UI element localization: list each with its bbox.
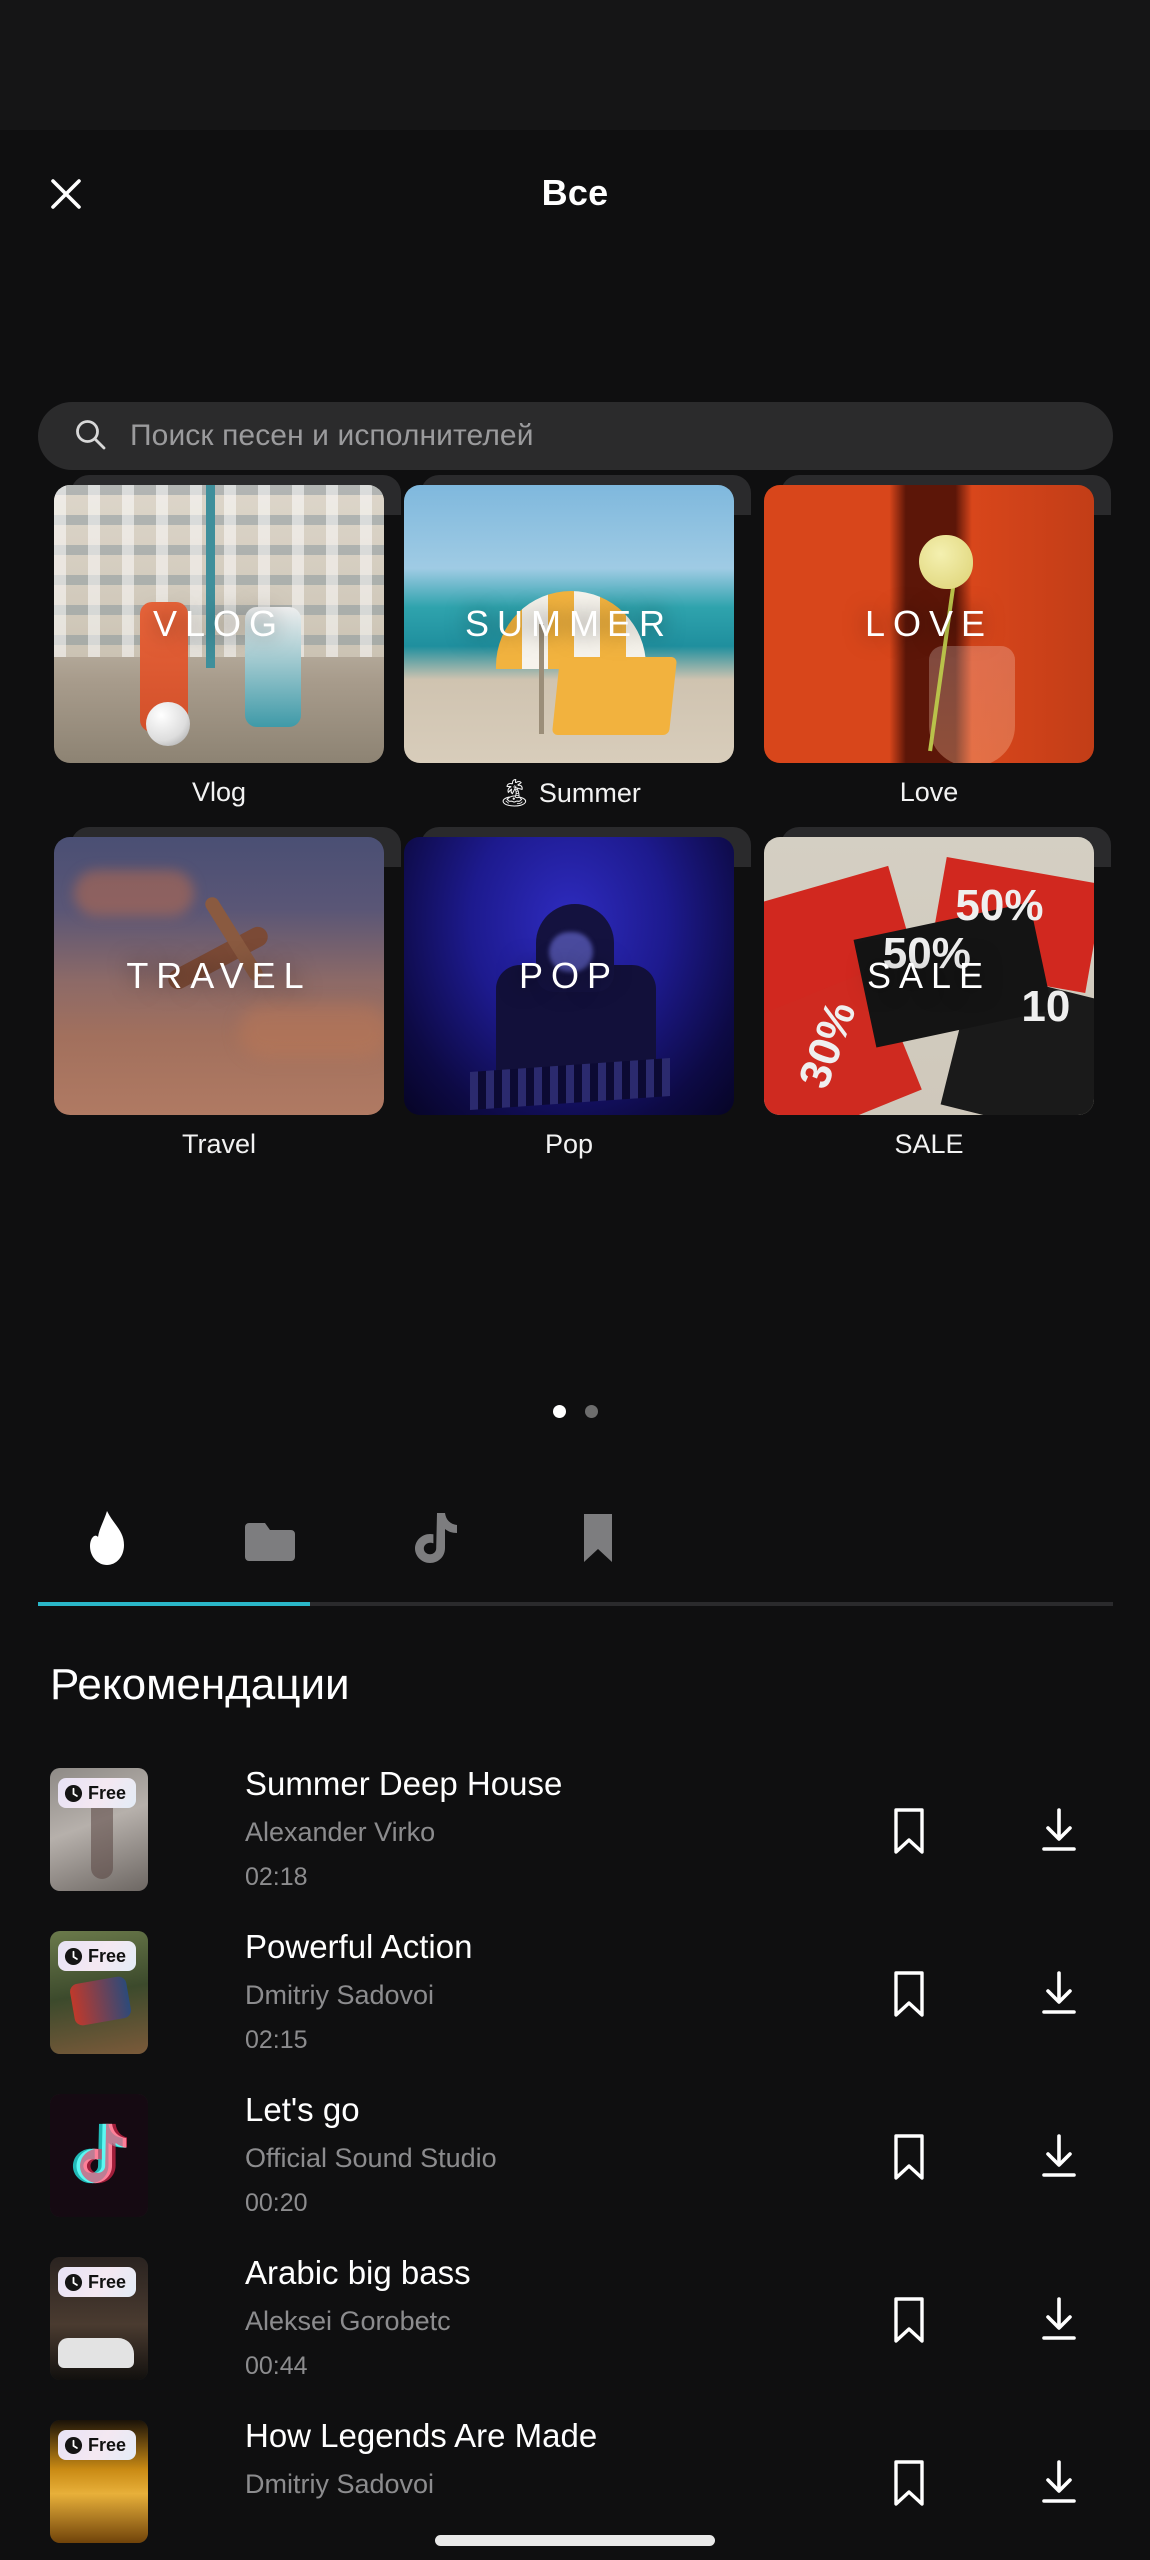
category-card-vlog[interactable]: VLOG Vlog [54,475,401,807]
song-duration: 00:44 [245,2352,308,2380]
search-icon [72,416,108,457]
free-badge: Free [58,2430,137,2460]
bookmark-icon[interactable] [880,2128,938,2186]
flame-icon [84,1509,130,1572]
sheet-header: Все [0,130,1150,250]
list-item[interactable]: Free Summer Deep House Alexander Virko 0… [0,1765,1150,1891]
song-thumbnail: Free [50,2420,148,2543]
list-item[interactable]: Free How Legends Are Made Dmitriy Sadovo… [0,2417,1150,2543]
category-thumbnail: VLOG [54,485,384,763]
song-title: How Legends Are Made [245,2417,598,2454]
category-card-summer[interactable]: SUMMER 🏝 Summer [404,475,751,808]
category-caption: 🏝 Summer [497,778,641,808]
category-overlay-label: VLOG [152,603,286,644]
tiktok-icon [71,2121,130,2190]
category-caption: Travel [181,1129,256,1159]
song-artist: Dmitriy Sadovoi [245,1980,435,2010]
bookmark-icon[interactable] [880,2454,938,2512]
status-bar [0,0,1150,130]
song-artist: Official Sound Studio [245,2143,497,2173]
category-thumbnail: TRAVEL [54,837,384,1115]
tab-folder[interactable] [188,1490,351,1590]
category-caption: Pop [544,1129,594,1159]
bookmark-icon [579,1511,617,1570]
category-overlay-label: POP [518,955,620,996]
tab-trending[interactable] [25,1490,188,1590]
free-badge-label: Free [88,1946,127,1966]
category-card-pop[interactable]: POP Pop [404,827,751,1159]
search-placeholder: Поиск песен и исполнителей [130,419,534,452]
song-title: Arabic big bass [245,2254,471,2291]
category-thumbnail: 50% 50% 30% 10 SALE [764,837,1094,1115]
pagination-dot-1[interactable] [552,1405,566,1418]
folder-icon [244,1515,295,1566]
bookmark-icon[interactable] [880,2291,938,2349]
clock-icon [64,2273,83,2291]
song-title: Summer Deep House [245,1765,563,1802]
category-caption: Vlog [191,777,247,807]
song-artist: Dmitriy Sadovoi [245,2469,435,2499]
song-title: Powerful Action [245,1928,473,1965]
category-thumbnail: POP [404,837,734,1115]
tab-bar [0,1490,1150,1602]
category-row: VLOG Vlog SUMMER 🏝 Summer LOVE Love [0,475,1150,808]
music-sheet: Все Поиск песен и исполнителей VLOG Vlog… [0,130,1150,2560]
pagination-dot-2[interactable] [584,1405,598,1418]
music-picker-screen: Все Поиск песен и исполнителей VLOG Vlog… [0,0,1150,2560]
download-icon[interactable] [1030,2291,1088,2349]
song-title: Let's go [245,2091,360,2128]
download-icon[interactable] [1030,2454,1088,2512]
category-card-sale[interactable]: 50% 50% 30% 10 SALE SALE [764,827,1111,1159]
tab-saved[interactable] [516,1490,679,1590]
list-item[interactable]: Free Powerful Action Dmitriy Sadovoi 02:… [0,1928,1150,2054]
home-indicator [435,2535,715,2546]
free-badge-label: Free [88,2435,127,2455]
category-row: TRAVEL Travel POP Pop 50% 50% 30% 10 SAL… [0,827,1150,1159]
clock-icon [64,2436,83,2454]
song-thumbnail: Free [50,1931,148,2054]
list-item[interactable]: Let's go Official Sound Studio 00:20 [0,2091,1150,2217]
category-caption: Love [899,777,959,807]
song-artist: Alexander Virko [245,1817,436,1847]
category-card-love[interactable]: LOVE Love [764,475,1111,807]
category-card-travel[interactable]: TRAVEL Travel [54,827,401,1159]
download-icon[interactable] [1030,1802,1088,1860]
song-duration: 02:15 [245,2026,308,2054]
search-bar-container: Поиск песен и исполнителей [38,402,1113,470]
song-duration: 02:18 [245,1863,308,1891]
download-icon[interactable] [1030,1965,1088,2023]
bookmark-icon[interactable] [880,1965,938,2023]
search-input[interactable]: Поиск песен и исполнителей [38,402,1113,470]
pagination-dots [0,1405,1150,1418]
song-thumbnail [50,2094,148,2217]
song-artist: Aleksei Gorobetc [245,2306,451,2336]
category-thumbnail: LOVE [764,485,1094,763]
page-title: Все [541,172,609,213]
song-duration: 00:20 [245,2189,308,2217]
category-overlay-label: TRAVEL [126,955,312,996]
song-thumbnail: Free [50,1768,148,1891]
category-grid: VLOG Vlog SUMMER 🏝 Summer LOVE Love TRAV… [0,475,1150,1159]
list-item[interactable]: Free Arabic big bass Aleksei Gorobetc 00… [0,2254,1150,2380]
song-thumbnail: Free [50,2257,148,2380]
category-thumbnail: SUMMER [404,485,734,763]
free-badge-label: Free [88,1783,127,1803]
category-overlay-label: SUMMER [465,603,673,644]
clock-icon [64,1947,83,1965]
category-overlay-label: LOVE [864,603,994,644]
tab-tiktok[interactable] [352,1490,515,1590]
tiktok-icon [411,1511,457,1570]
tab-active-indicator [38,1602,310,1606]
category-caption: SALE [894,1129,964,1159]
clock-icon [64,1784,83,1802]
category-overlay-label: SALE [866,955,992,996]
recommendations-title: Рекомендации [50,1660,350,1709]
bookmark-icon[interactable] [880,1802,938,1860]
song-list: Free Summer Deep House Alexander Virko 0… [0,1765,1150,2560]
download-icon[interactable] [1030,2128,1088,2186]
free-badge: Free [58,1941,137,1971]
free-badge-label: Free [88,2272,127,2292]
free-badge: Free [58,1778,137,1808]
free-badge: Free [58,2267,137,2297]
